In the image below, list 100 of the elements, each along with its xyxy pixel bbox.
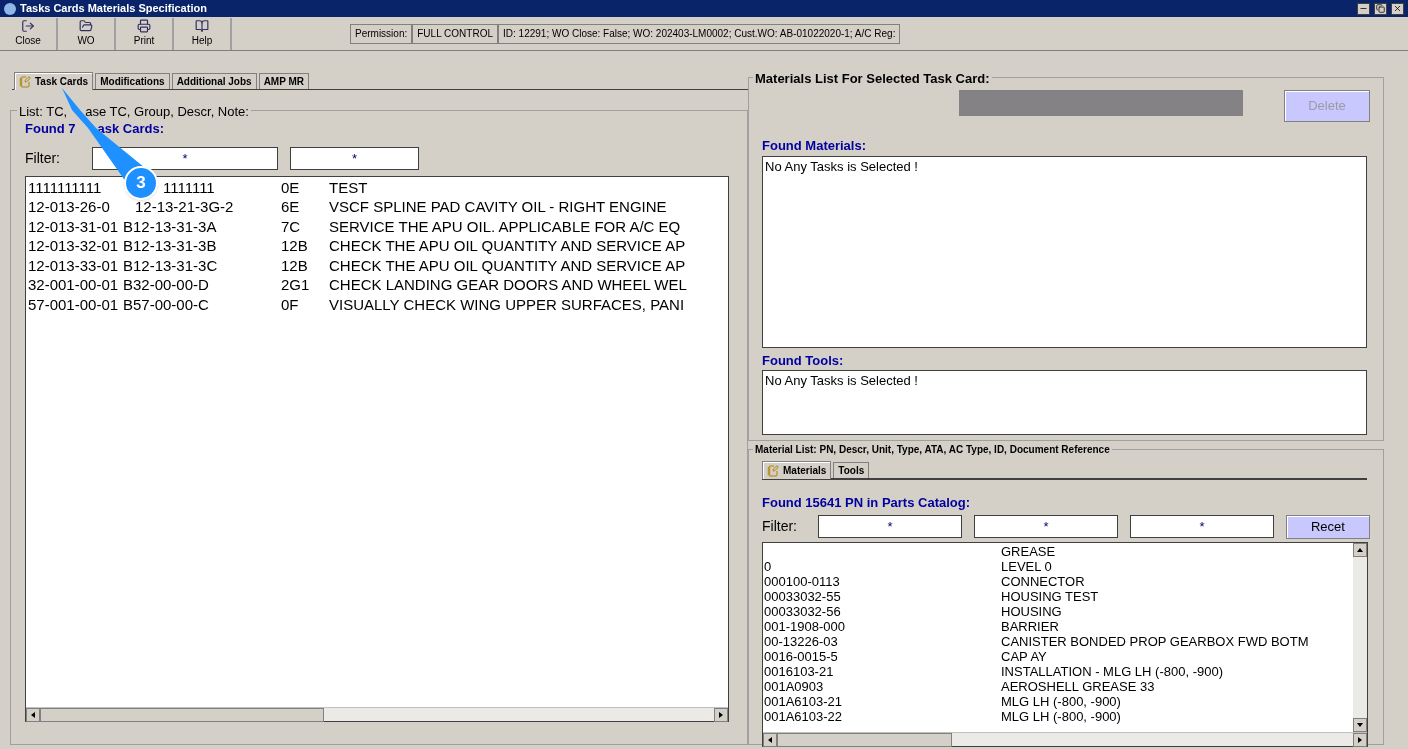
list-cell: 001-1908-000: [764, 618, 845, 634]
list-cell: 32-001-00-01: [28, 276, 119, 293]
parts-list[interactable]: [762, 541, 1368, 747]
filter-field[interactable]: *: [1129, 515, 1274, 538]
list-cell: INSTALLATION - MLG LH (-800, -900): [1001, 663, 1224, 679]
list-cell: HOUSING: [1001, 603, 1062, 619]
list-cell: 00033032-55: [764, 588, 841, 604]
list-cell: 0F: [281, 295, 299, 313]
toolbar-button[interactable]: Print: [116, 17, 174, 50]
list-cell: 001A6103-22: [764, 708, 843, 724]
list-cell: B12-13-31-3A: [123, 217, 217, 235]
list-cell: SERVICE THE APU OIL. APPLICABLE FOR A/C EQ: [329, 217, 681, 235]
toolbar-button[interactable]: Close: [0, 17, 58, 50]
list-cell: CONNECTOR: [1001, 573, 1085, 589]
list-cell: 0016103-21: [764, 663, 834, 679]
tab[interactable]: Additional Jobs: [171, 73, 257, 89]
close-icon: [1393, 4, 1402, 13]
toolbar-button[interactable]: WO: [58, 17, 116, 50]
list-cell: 12B: [281, 256, 308, 274]
found-count: Found 7: [25, 120, 76, 138]
vertical-scrollbar[interactable]: [1353, 542, 1367, 732]
list-cell: B32-00-00-D: [123, 276, 209, 293]
list-cell: B12-13-31-3B: [123, 237, 217, 254]
printer-icon: [137, 19, 151, 33]
filter-field[interactable]: *: [817, 515, 962, 538]
section-label: Found Tools:: [762, 351, 845, 370]
tab[interactable]: Task Cards: [14, 72, 94, 90]
scroll-left-button[interactable]: [763, 732, 777, 747]
folder-icon: [79, 19, 93, 33]
scroll-left-button[interactable]: [26, 707, 40, 722]
list-cell: 001A0903: [764, 678, 824, 694]
list-cell: CHECK THE APU OIL QUANTITY AND SERVICE AP: [329, 237, 686, 254]
group-title: ase TC, Group, Descr, Note:: [85, 103, 249, 121]
list-cell: 00033032-56: [764, 603, 841, 619]
permission-value: FULL CONTROL: [412, 23, 498, 44]
triangle-down-icon: [1356, 720, 1364, 729]
filter-label: Filter:: [25, 148, 61, 168]
list-cell: 1111111: [163, 178, 215, 196]
found-count: ask Cards:: [97, 120, 165, 138]
filter-label: Filter:: [762, 517, 798, 536]
filter-field[interactable]: *: [290, 146, 419, 170]
tab[interactable]: Tools: [833, 462, 870, 478]
list-cell: VISUALLY CHECK WING UPPER SURFACES, PANI: [329, 295, 685, 313]
tab[interactable]: Modifications: [95, 73, 170, 89]
list-cell: 12-13-21-3G-2: [135, 198, 234, 215]
found-count: Found 15641 PN in Parts Catalog:: [762, 494, 972, 512]
tab[interactable]: AMP MR: [258, 73, 309, 89]
filter-field[interactable]: *: [973, 515, 1118, 538]
list-cell: 2G1: [281, 276, 310, 293]
book-icon: [195, 19, 209, 33]
list-cell: HOUSING TEST: [1001, 588, 1099, 604]
list-cell: CANISTER BONDED PROP GEARBOX FWD BOTM: [1001, 633, 1309, 649]
horizontal-scrollbar[interactable]: [763, 731, 1367, 746]
list-cell: CAP AY: [1001, 648, 1047, 664]
tools-box: No Any Tasks is Selected !: [762, 370, 1367, 435]
app-icon: [4, 2, 16, 15]
scroll-thumb[interactable]: [777, 732, 952, 747]
list-cell: 7C: [281, 217, 301, 235]
reset-button[interactable]: Recet: [1285, 514, 1370, 539]
tab[interactable]: Materials: [762, 461, 832, 479]
triangle-right-icon: [1356, 735, 1364, 744]
list-cell: BARRIER: [1001, 618, 1059, 634]
task-card-list[interactable]: [25, 175, 729, 722]
list-cell: 12B: [281, 237, 308, 254]
list-cell: 12-013-33-01: [28, 256, 119, 274]
list-cell: 12-013-32-01: [28, 237, 119, 254]
list-cell: MLG LH (-800, -900): [1001, 708, 1121, 724]
scroll-down-button[interactable]: [1353, 717, 1367, 732]
group-title: Material List: PN, Descr, Unit, Type, ATA, AC Type, ID, Document Reference: [753, 442, 1112, 457]
close-button[interactable]: [1391, 2, 1404, 15]
scroll-up-button[interactable]: [1353, 542, 1367, 557]
scroll-right-button[interactable]: [714, 707, 728, 722]
notepad-icon: [767, 464, 779, 477]
list-cell: AEROSHELL GREASE 33: [1001, 678, 1155, 694]
materials-box: No Any Tasks is Selected !: [762, 155, 1367, 348]
list-cell: 001A6103-21: [764, 693, 843, 709]
notepad-icon: [19, 75, 31, 88]
list-cell: VSCF SPLINE PAD CAVITY OIL - RIGHT ENGINE: [329, 198, 667, 215]
restore-icon: [1376, 4, 1385, 13]
record-info: ID: 12291; WO Close: False; WO: 202403-LM0002; Cust.WO: AB-01022020-1; A/C Reg:: [498, 23, 901, 44]
list-cell: 1111111111: [28, 178, 102, 196]
list-cell: 6E: [281, 198, 300, 215]
toolbar-button[interactable]: Help: [174, 17, 232, 50]
horizontal-scrollbar[interactable]: [26, 706, 728, 721]
triangle-right-icon: [717, 710, 725, 719]
list-cell: 0E: [281, 178, 300, 196]
list-cell: B12-13-31-3C: [123, 256, 218, 274]
list-cell: 00-13226-03: [764, 633, 838, 649]
minimize-button[interactable]: [1357, 2, 1370, 15]
list-cell: 12-013-31-01: [28, 217, 119, 235]
restore-button[interactable]: [1374, 2, 1387, 15]
section-label: Found Materials:: [762, 137, 867, 155]
triangle-left-icon: [766, 735, 774, 744]
list-cell: 57-001-00-01: [28, 295, 119, 313]
exit-door-icon: [21, 19, 35, 33]
scroll-thumb[interactable]: [40, 707, 324, 722]
window-title: Tasks Cards Materials Specification: [20, 1, 207, 17]
list-cell: CHECK LANDING GEAR DOORS AND WHEEL WEL: [329, 276, 687, 293]
scroll-right-button[interactable]: [1353, 732, 1367, 747]
list-cell: TEST: [329, 178, 368, 196]
